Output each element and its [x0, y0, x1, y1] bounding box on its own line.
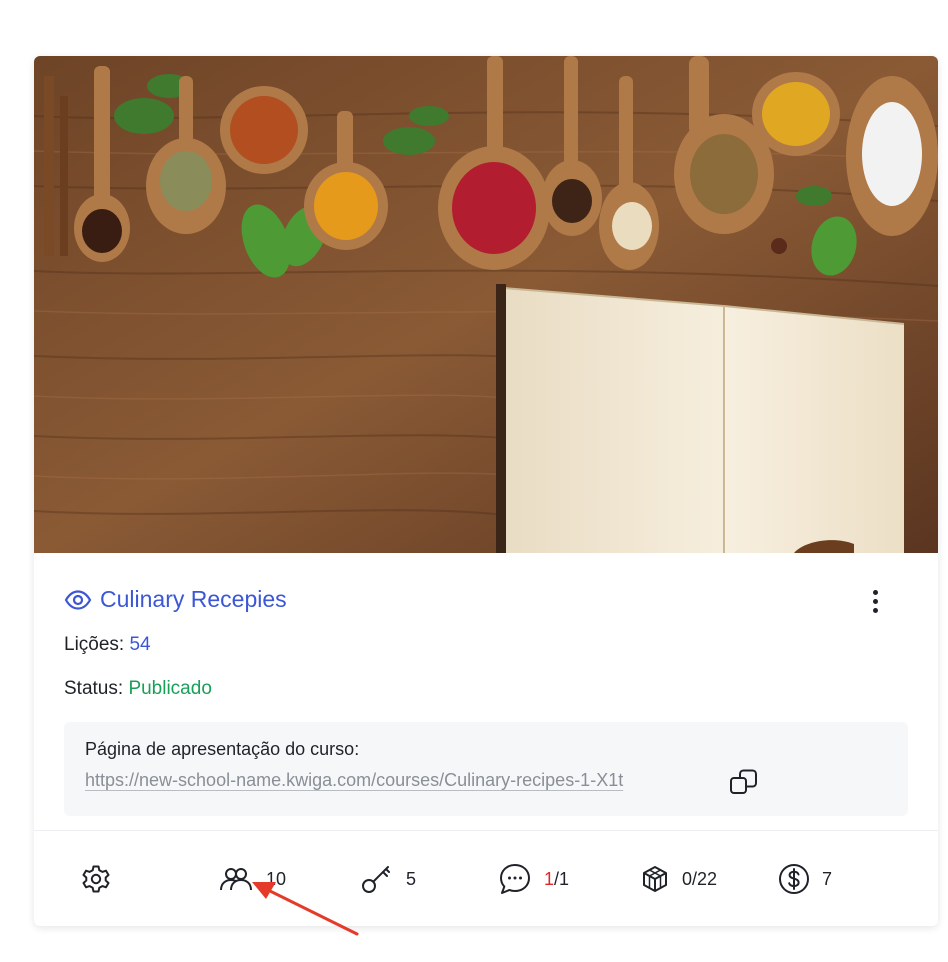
comment-icon	[500, 864, 530, 894]
gear-icon	[82, 865, 110, 893]
more-options-button[interactable]	[862, 584, 888, 618]
cubes-count: 0/22	[682, 868, 718, 889]
copy-icon[interactable]	[728, 766, 760, 798]
course-card: Culinary Recepies Lições: 54 Status: Pub…	[34, 56, 938, 926]
offers-stat[interactable]: 7	[778, 862, 832, 896]
keys-count: 5	[406, 868, 417, 889]
comments-total: 1	[559, 868, 570, 889]
keys-stat[interactable]: 5	[360, 862, 416, 896]
students-stat[interactable]: 10	[218, 862, 286, 896]
course-title[interactable]: Culinary Recepies	[100, 586, 287, 613]
users-icon	[220, 868, 252, 891]
course-cover-image[interactable]	[34, 56, 938, 553]
more-vertical-icon	[872, 589, 878, 595]
status-label: Status:	[64, 678, 124, 699]
settings-button[interactable]	[80, 862, 112, 896]
landing-page-label: Página de apresentação do curso:	[85, 739, 360, 759]
cube-icon	[643, 866, 667, 892]
course-title-row[interactable]: Culinary Recepies	[64, 586, 287, 613]
lessons-label: Lições:	[64, 634, 125, 655]
status-value: Publicado	[128, 678, 212, 699]
comments-count: 1/1	[544, 869, 569, 890]
comments-unread: 1	[544, 868, 555, 889]
eye-icon	[64, 589, 92, 610]
landing-page-box: Página de apresentação do curso: https:/…	[64, 722, 908, 816]
offers-count: 7	[822, 868, 833, 889]
lessons-count: 54	[129, 634, 151, 655]
comments-stat[interactable]: 1/1	[498, 862, 569, 896]
lessons-line: Lições: 54	[64, 634, 151, 656]
status-line: Status: Publicado	[64, 678, 212, 700]
cubes-stat[interactable]: 0/22	[640, 862, 717, 896]
students-count: 10	[266, 868, 287, 889]
landing-page-link[interactable]: https://new-school-name.kwiga.com/course…	[85, 770, 623, 791]
footer-divider	[34, 830, 938, 831]
key-icon	[362, 866, 390, 893]
dollar-icon	[779, 864, 809, 894]
